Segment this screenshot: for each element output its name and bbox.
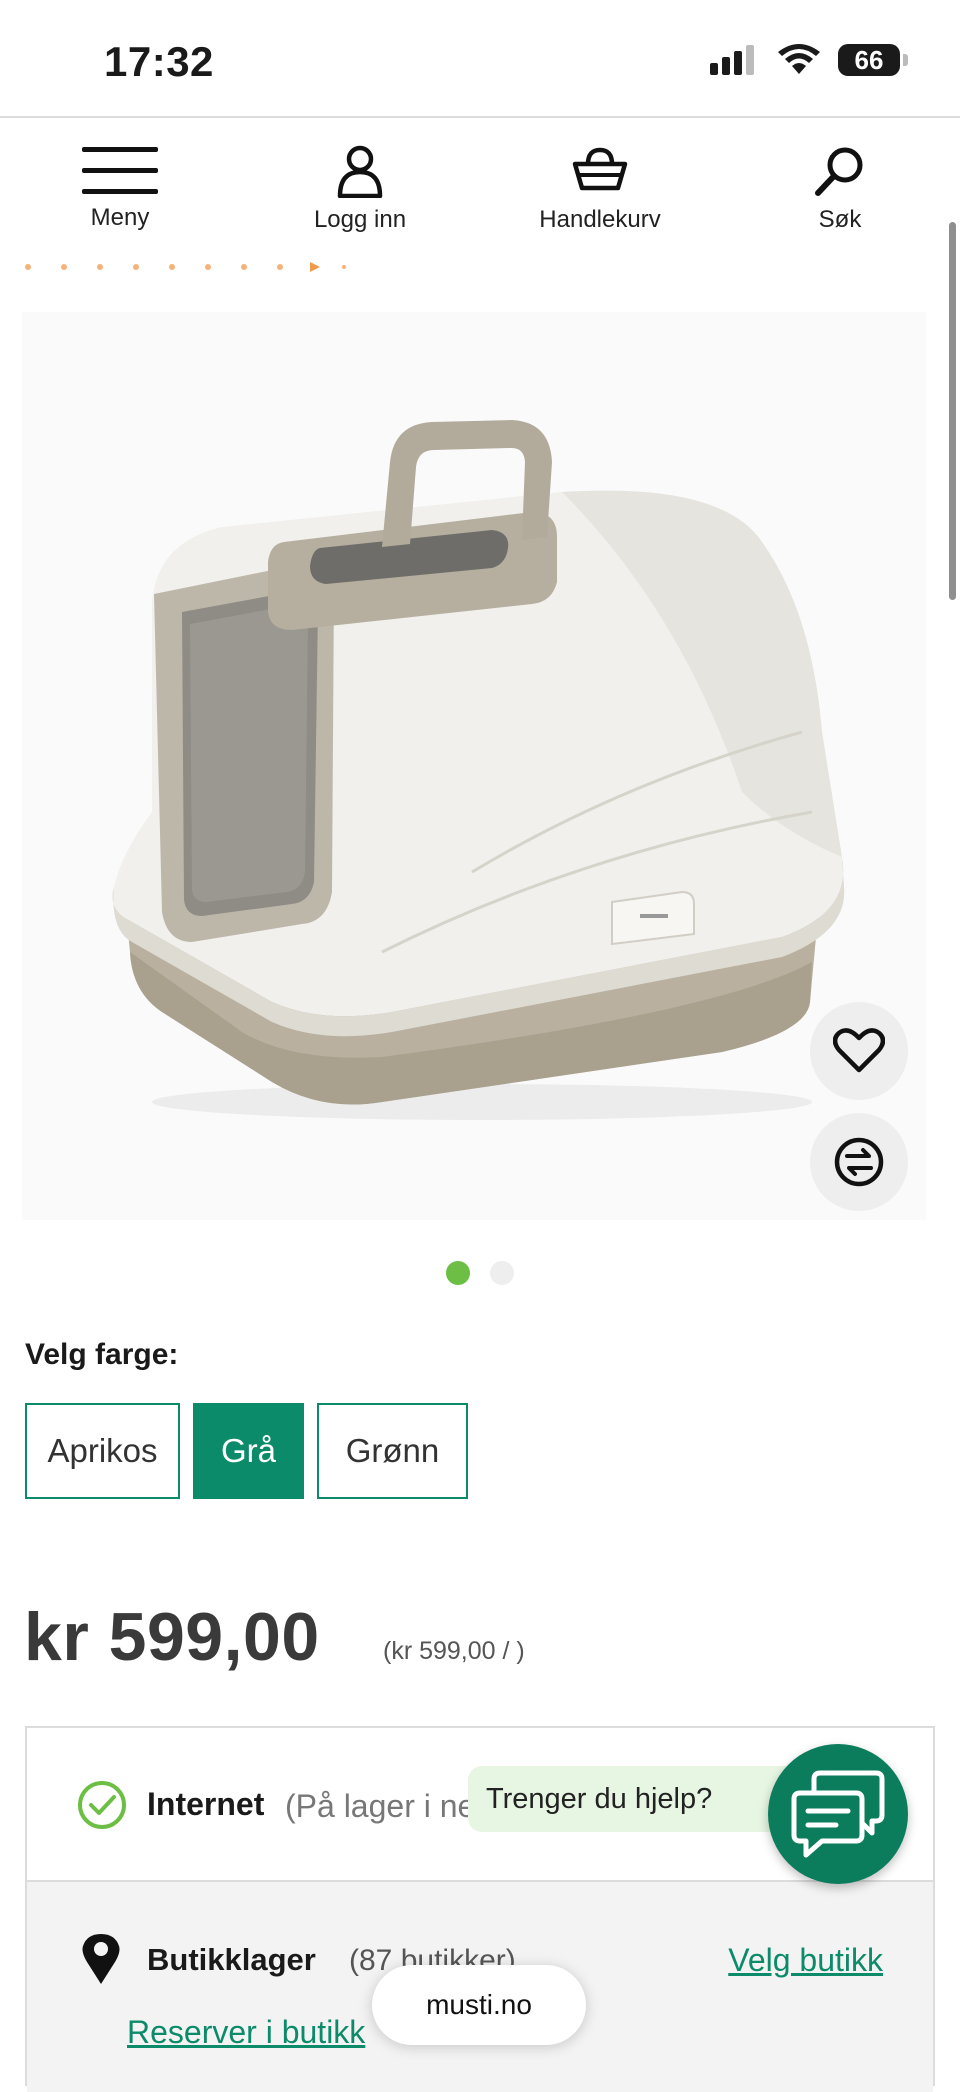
color-options: Aprikos Grå Grønn [25, 1403, 468, 1499]
page-scrollbar[interactable] [949, 222, 956, 600]
reserve-in-store-link[interactable]: Reserver i butikk [127, 2014, 365, 2051]
help-bubble[interactable]: Trenger du hjelp? [468, 1766, 808, 1832]
color-option-aprikos[interactable]: Aprikos [25, 1403, 180, 1499]
battery-icon: 66 [838, 44, 908, 76]
chat-icon [791, 1770, 885, 1858]
color-option-gronn[interactable]: Grønn [317, 1403, 468, 1499]
carousel-dots [0, 1261, 960, 1285]
chat-button[interactable] [768, 1744, 908, 1884]
nav-cart[interactable]: Handlekurv [480, 118, 720, 248]
user-icon [337, 145, 383, 198]
store-label: Butikklager [147, 1942, 316, 1977]
nav-menu[interactable]: Meny [0, 118, 240, 248]
status-time: 17:32 [104, 38, 214, 85]
internet-label: Internet [147, 1786, 265, 1822]
internet-status: (På lager i nettbutikk) [285, 1788, 485, 1824]
nav-menu-label: Meny [90, 204, 150, 231]
hamburger-icon [82, 147, 158, 194]
choose-store-link[interactable]: Velg butikk [728, 1942, 883, 1979]
color-option-gra[interactable]: Grå [193, 1403, 304, 1499]
unit-price: (kr 599,00 / ) [383, 1637, 525, 1665]
nav-cart-label: Handlekurv [539, 206, 661, 233]
top-nav: Meny Logg inn Handlekurv Søk [0, 118, 960, 248]
search-icon [815, 147, 863, 196]
carousel-dot-1[interactable] [446, 1261, 470, 1285]
browser-url-pill[interactable]: musti.no [372, 1965, 586, 2045]
product-image[interactable] [22, 312, 926, 1220]
price: kr 599,00 [24, 1599, 320, 1675]
favorite-button[interactable] [810, 1002, 908, 1100]
compare-button[interactable] [810, 1113, 908, 1211]
decorative-strip [25, 262, 346, 272]
litter-box-illustration [112, 420, 845, 1120]
nav-search[interactable]: Søk [720, 118, 960, 248]
location-pin-icon [82, 1934, 120, 1984]
compare-icon [834, 1137, 884, 1187]
nav-search-label: Søk [818, 206, 862, 233]
nav-login[interactable]: Logg inn [240, 118, 480, 248]
carousel-dot-2[interactable] [490, 1261, 514, 1285]
status-icons: 66 [710, 44, 908, 76]
basket-icon [572, 147, 628, 191]
battery-level: 66 [854, 44, 884, 75]
wifi-icon [778, 44, 820, 74]
color-label: Velg farge: [25, 1338, 179, 1371]
heart-icon [833, 1028, 885, 1073]
nav-login-label: Logg inn [313, 206, 407, 233]
status-bar: 17:32 66 [0, 0, 960, 116]
check-circle-icon [78, 1781, 126, 1829]
signal-icon [710, 45, 754, 75]
